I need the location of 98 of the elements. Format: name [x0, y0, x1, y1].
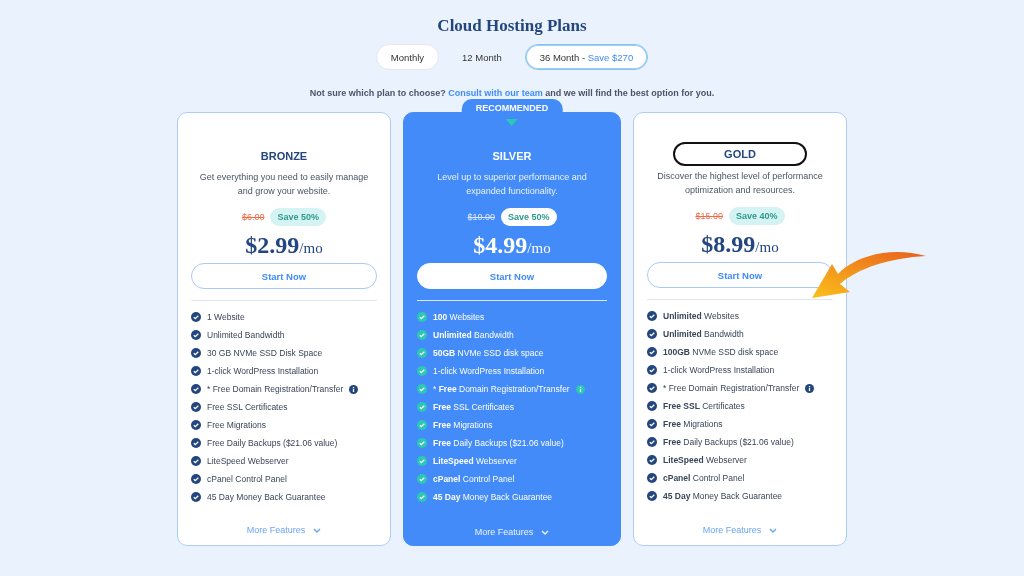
consult-link[interactable]: Consult with our team: [448, 88, 543, 98]
chevron-down-icon: [769, 527, 778, 533]
info-icon[interactable]: [805, 383, 815, 393]
info-icon[interactable]: [349, 384, 359, 394]
plan-description: Discover the highest level of performance optimization and resources.: [656, 170, 824, 197]
feature-text: Unlimited Websites: [663, 311, 739, 321]
check-icon: [191, 492, 201, 502]
feature-text: 100 Websites: [433, 312, 485, 322]
feature-text: 1-click WordPress Installation: [663, 365, 775, 375]
feature-text: LiteSpeed Webserver: [663, 455, 747, 465]
billing-tab[interactable]: 36 Month - Save $270: [524, 44, 649, 70]
check-icon: [647, 311, 657, 321]
old-price: $10.00: [467, 212, 495, 222]
save-badge: Save 50%: [270, 208, 327, 226]
feature-text: * Free Domain Registration/Transfer: [207, 384, 344, 394]
check-icon: [191, 402, 201, 412]
check-icon: [647, 419, 657, 429]
feature-text: Free Daily Backups ($21.06 value): [433, 438, 564, 448]
feature-text: Unlimited Bandwidth: [663, 329, 744, 339]
check-icon: [647, 329, 657, 339]
check-icon: [191, 474, 201, 484]
check-icon: [417, 492, 427, 502]
check-icon: [417, 330, 427, 340]
check-icon: [191, 330, 201, 340]
feature-text: Unlimited Bandwidth: [433, 330, 514, 340]
check-icon: [647, 455, 657, 465]
feature-text: *Free Domain Registration/Transfer: [433, 384, 570, 394]
feature-text: cPanel Control Panel: [207, 474, 287, 484]
check-icon: [417, 474, 427, 484]
check-icon: [647, 491, 657, 501]
feature-text: cPanel Control Panel: [433, 474, 515, 484]
check-icon: [191, 456, 201, 466]
check-icon: [417, 384, 427, 394]
check-icon: [417, 438, 427, 448]
check-icon: [191, 420, 201, 430]
check-icon: [191, 384, 201, 394]
plan-price: $2.99/mo: [245, 232, 323, 259]
page-title: Cloud Hosting Plans: [437, 16, 587, 36]
check-icon: [647, 383, 657, 393]
feature-text: 45 Day Money Back Guarantee: [663, 491, 783, 501]
chevron-down-icon: [313, 527, 322, 533]
feature-text: 1 Website: [207, 312, 245, 322]
check-icon: [417, 366, 427, 376]
feature-text: LiteSpeed Webserver: [207, 456, 289, 466]
feature-text: Free Daily Backups ($21.06 value): [207, 438, 338, 448]
check-icon: [417, 456, 427, 466]
check-icon: [417, 348, 427, 358]
plan-price: $8.99/mo: [701, 231, 779, 258]
billing-tab[interactable]: 12 Month: [447, 44, 517, 70]
feature-text: 50GB NVMe SSD disk space: [433, 348, 544, 358]
check-icon: [647, 347, 657, 357]
check-icon: [647, 365, 657, 375]
check-icon: [191, 366, 201, 376]
feature-text: 100GB NVMe SSD disk space: [663, 347, 779, 357]
check-icon: [647, 437, 657, 447]
feature-text: 45 Day Money Back Guarantee: [207, 492, 326, 502]
more-features-link[interactable]: More Features: [474, 527, 550, 537]
billing-tab[interactable]: Monthly: [375, 44, 440, 70]
plan-name: SILVER: [492, 149, 532, 164]
start-now-button[interactable]: Start Now: [417, 263, 607, 289]
old-price: $6.00: [241, 212, 265, 222]
feature-text: Free Migrations: [433, 420, 493, 430]
feature-text: 1-click WordPress Installation: [207, 366, 319, 376]
plan-name: GOLD: [673, 142, 807, 166]
check-icon: [417, 420, 427, 430]
feature-text: 45 Day Money Back Guarantee: [433, 492, 553, 502]
more-features-link[interactable]: More Features: [246, 525, 322, 535]
feature-text: Free Daily Backups ($21.06 value): [663, 437, 794, 447]
check-icon: [647, 473, 657, 483]
feature-text: LiteSpeed Webserver: [433, 456, 517, 466]
more-features-link[interactable]: More Features: [702, 525, 778, 535]
feature-text: cPanel Control Panel: [663, 473, 745, 483]
feature-text: Free Migrations: [207, 420, 267, 430]
start-now-button[interactable]: Start Now: [191, 263, 377, 289]
plan-description: Get everything you need to easily manage and grow your website.: [198, 171, 370, 198]
feature-text: Free Migrations: [663, 419, 723, 429]
plan-price: $4.99/mo: [473, 232, 551, 259]
plan-name: BRONZE: [260, 149, 308, 164]
triangle-icon: [506, 119, 518, 126]
chevron-down-icon: [541, 529, 550, 535]
check-icon: [417, 402, 427, 412]
feature-text: Free SSL Certificates: [663, 401, 745, 411]
save-badge: Save 40%: [729, 207, 785, 225]
check-icon: [417, 312, 427, 322]
feature-text: * Free Domain Registration/Transfer: [663, 383, 800, 393]
check-icon: [191, 312, 201, 322]
plan-description: Level up to superior performance and expanded functionality.: [436, 171, 588, 198]
save-badge: Save 50%: [501, 208, 557, 226]
feature-text: 30 GB NVMe SSD Disk Space: [207, 348, 323, 358]
check-icon: [191, 348, 201, 358]
feature-text: Free SSL Certificates: [207, 402, 288, 412]
old-price: $15.00: [695, 211, 723, 221]
check-icon: [647, 401, 657, 411]
feature-text: Unlimited Bandwidth: [207, 330, 285, 340]
feature-text: 1-click WordPress Installation: [433, 366, 545, 376]
intro-text: Not sure which plan to choose? Consult with our team and we will find the best option for you.: [309, 88, 715, 98]
check-icon: [191, 438, 201, 448]
feature-text: Free SSL Certificates: [433, 402, 514, 412]
